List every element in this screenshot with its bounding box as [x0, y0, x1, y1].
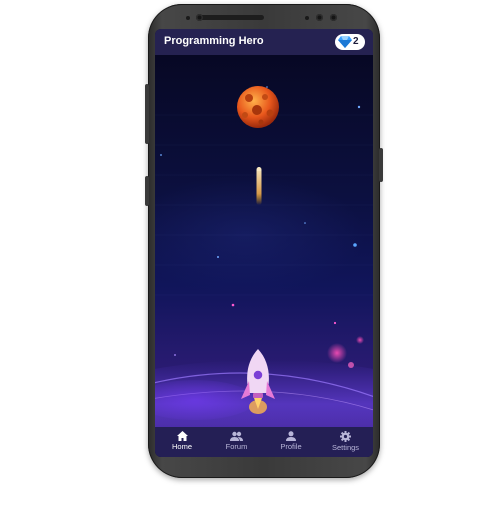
app-bar: Programming Hero 2 [155, 29, 373, 55]
sensor-dot [305, 16, 309, 20]
iris-scanner [330, 14, 337, 21]
bullet-sprite [256, 167, 262, 205]
front-camera [196, 14, 203, 21]
phone-screen: Programming Hero 2 Home Forum Profile Se… [155, 29, 373, 457]
person-icon [286, 431, 296, 441]
gear-icon [340, 431, 351, 442]
bixby-button [145, 176, 149, 206]
nav-label-settings: Settings [331, 443, 360, 452]
asteroid-sprite [237, 86, 279, 128]
nav-label-profile: Profile [280, 442, 302, 451]
volume-button [145, 84, 149, 144]
proximity-sensor [316, 14, 323, 21]
sensor-dot [186, 16, 190, 20]
home-icon [176, 431, 188, 441]
bottom-navigation: Home Forum Profile Settings [155, 427, 373, 457]
power-button [379, 148, 383, 182]
app-title: Programming Hero [164, 35, 264, 47]
diamond-icon [338, 36, 352, 48]
gem-counter[interactable]: 2 [335, 34, 365, 50]
nav-label-home: Home [171, 442, 192, 451]
people-icon [230, 431, 243, 441]
game-canvas[interactable] [155, 55, 373, 427]
earpiece-speaker [200, 15, 264, 20]
nav-label-forum: Forum [225, 442, 248, 451]
nav-item-profile[interactable]: Profile [264, 427, 318, 457]
stage: Programming Hero 2 Home Forum Profile Se… [0, 0, 497, 527]
nav-item-forum[interactable]: Forum [209, 427, 264, 457]
nav-item-settings[interactable]: Settings [318, 427, 373, 457]
nav-item-home[interactable]: Home [155, 427, 209, 457]
game-scene [155, 86, 373, 427]
gem-count: 2 [353, 36, 359, 47]
